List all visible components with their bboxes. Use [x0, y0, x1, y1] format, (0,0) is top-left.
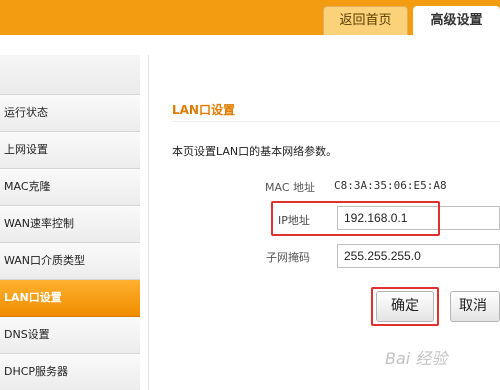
page-description: 本页设置LAN口的基本网络参数。	[172, 145, 338, 158]
mac-label: MAC 地址	[265, 181, 315, 194]
sidebar-item-dhcp[interactable]: DHCP服务器	[0, 354, 140, 390]
title-divider	[172, 121, 500, 122]
tab-home[interactable]: 返回首页	[323, 6, 408, 35]
sidebar-item-mac-clone[interactable]: MAC克隆	[0, 169, 140, 206]
cancel-button[interactable]: 取消	[450, 291, 500, 322]
ip-highlight-box	[271, 201, 440, 236]
tab-advanced-settings[interactable]: 高级设置	[413, 6, 500, 35]
mac-value: C8:3A:35:06:E5:A8	[334, 179, 447, 192]
page-title: LAN口设置	[172, 103, 235, 117]
watermark: Bai 经验	[385, 349, 448, 368]
subnet-mask-input[interactable]: 255.255.255.0	[337, 244, 500, 268]
sidebar-item-lan[interactable]: LAN口设置	[0, 280, 140, 317]
sidebar-item-internet[interactable]: 上网设置	[0, 132, 140, 169]
sidebar-item-wan-media[interactable]: WAN口介质类型	[0, 243, 140, 280]
sidebar-item-dns[interactable]: DNS设置	[0, 317, 140, 354]
ok-highlight-box	[371, 287, 439, 326]
sidebar-item-status[interactable]: 运行状态	[0, 95, 140, 132]
sidebar: 运行状态 上网设置 MAC克隆 WAN速率控制 WAN口介质类型 LAN口设置 …	[0, 55, 140, 390]
sidebar-header	[0, 55, 140, 95]
subnet-mask-label: 子网掩码	[266, 251, 310, 264]
sidebar-item-wan-rate[interactable]: WAN速率控制	[0, 206, 140, 243]
